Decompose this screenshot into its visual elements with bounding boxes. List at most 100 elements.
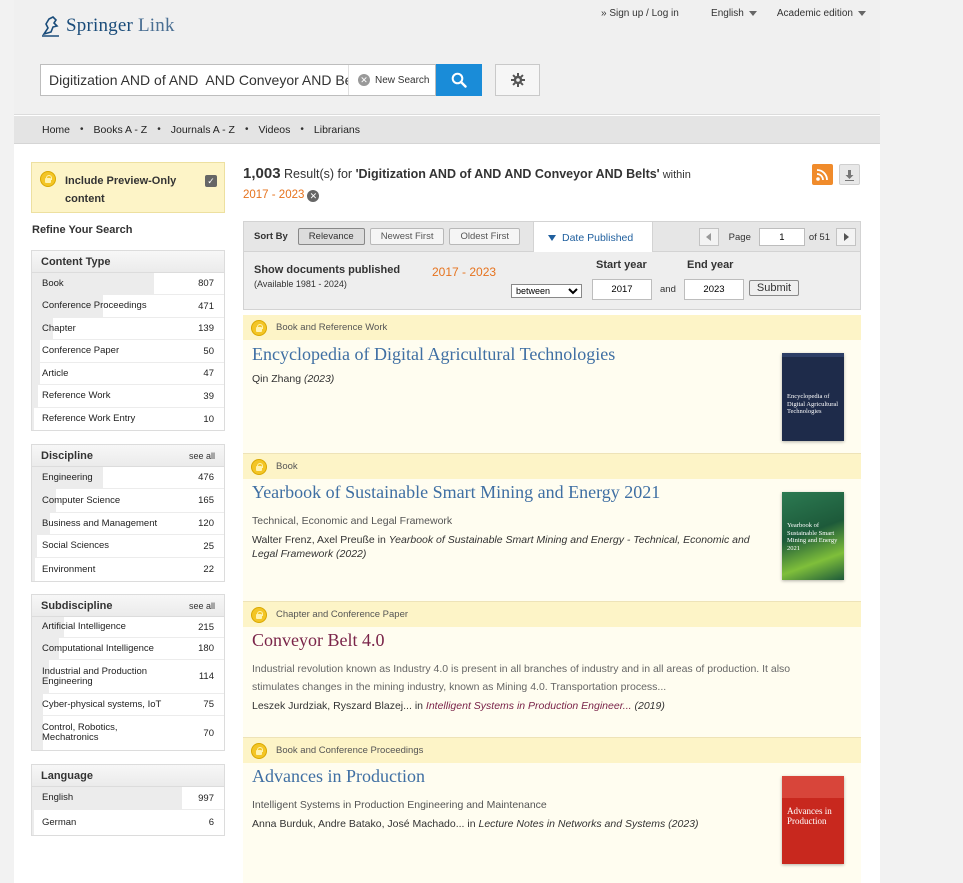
search-icon <box>451 72 467 88</box>
rss-button[interactable] <box>812 164 833 185</box>
remove-filter-icon[interactable]: ✕ <box>307 190 320 202</box>
available-range-label: (Available 1981 - 2024) <box>254 279 347 289</box>
result-title-link[interactable]: Yearbook of Sustainable Smart Mining and… <box>252 482 660 503</box>
book-cover-image[interactable]: Advances in Production <box>782 776 844 864</box>
facet-item[interactable]: Computer Science 165 <box>32 489 224 513</box>
result-source[interactable]: Lecture Notes in Networks and Systems (2… <box>478 818 698 830</box>
facet-item-count: 476 <box>198 472 214 483</box>
facet-item[interactable]: Control, Robotics, Mechatronics 70 <box>32 716 224 750</box>
submit-button[interactable]: Submit <box>749 280 799 296</box>
facet-item-label: Article <box>42 367 69 379</box>
author-names[interactable]: Walter Frenz, Axel Preuße <box>252 534 375 546</box>
in-label: in <box>464 818 479 830</box>
facet-count-bar <box>32 363 40 384</box>
facet-item[interactable]: Article 47 <box>32 363 224 385</box>
preview-only-label: Include Preview-Only content <box>65 175 177 205</box>
facet-title: Content Type <box>41 255 111 268</box>
search-input[interactable] <box>41 65 349 95</box>
facet-item[interactable]: Environment 22 <box>32 558 224 581</box>
facet-item[interactable]: Reference Work 39 <box>32 385 224 408</box>
result-authors: Leszek Jurdziak, Ryszard Blazej... in In… <box>252 699 665 713</box>
search-button[interactable] <box>436 64 482 96</box>
facet-count-bar <box>32 535 37 557</box>
author-names[interactable]: Anna Burduk, Andre Batako, José Machado.… <box>252 818 464 830</box>
preview-only-checkbox[interactable]: ✓ <box>205 175 217 187</box>
result-snippet: Industrial revolution known as Industry … <box>252 663 791 693</box>
lock-icon <box>251 606 267 623</box>
facet-item[interactable]: Chapter 139 <box>32 318 224 340</box>
result-item: Book and Conference Proceedings Advances… <box>243 738 861 883</box>
facet-header: Subdiscipline see all <box>32 595 224 617</box>
facet-item[interactable]: Artificial Intelligence 215 <box>32 617 224 638</box>
springer-link-logo[interactable]: Springer Link <box>40 14 175 38</box>
result-title-link[interactable]: Encyclopedia of Digital Agricultural Tec… <box>252 344 615 365</box>
facet-item[interactable]: Cyber-physical systems, IoT 75 <box>32 694 224 716</box>
facet-title: Subdiscipline <box>41 599 113 612</box>
date-published-tab[interactable]: Date Published <box>533 221 653 253</box>
cover-band <box>782 776 844 798</box>
result-type-bar: Chapter and Conference Paper <box>243 602 861 627</box>
facet-item-count: 114 <box>198 671 214 682</box>
nav-videos[interactable]: Videos <box>258 124 290 136</box>
facet-item[interactable]: Book 807 <box>32 273 224 295</box>
cover-title: Encyclopedia of Digital Agricultural Tec… <box>787 393 839 415</box>
show-documents-label: Show documents published <box>254 264 401 276</box>
preview-only-filter[interactable]: Include Preview-Only content ✓ <box>31 162 225 213</box>
nav-journals[interactable]: Journals A - Z <box>171 124 235 136</box>
facet-count-bar <box>32 558 35 581</box>
results-summary: 1,003 Result(s) for 'Digitization AND of… <box>243 164 803 205</box>
edition-selector[interactable]: Academic edition <box>777 8 866 19</box>
book-cover-image[interactable]: Encyclopedia of Digital Agricultural Tec… <box>782 353 844 441</box>
nav-home[interactable]: Home <box>42 124 70 136</box>
edition-label: Academic edition <box>776 8 853 19</box>
lock-icon <box>251 458 267 475</box>
facet-item[interactable]: Engineering 476 <box>32 467 224 489</box>
sort-newest-button[interactable]: Newest First <box>369 228 445 245</box>
nav-librarians[interactable]: Librarians <box>314 124 360 136</box>
result-type-bar: Book and Conference Proceedings <box>243 738 861 763</box>
author-names[interactable]: Leszek Jurdziak, Ryszard Blazej... <box>252 700 412 712</box>
author-names[interactable]: Qin Zhang <box>252 373 301 385</box>
facet-item-label: Conference Proceedings <box>42 300 147 311</box>
new-search-label: New Search <box>375 74 430 86</box>
nav-books[interactable]: Books A - Z <box>94 124 148 136</box>
result-title-link[interactable]: Conveyor Belt 4.0 <box>252 630 385 651</box>
language-selector[interactable]: English <box>711 8 757 19</box>
facet-item[interactable]: Computational Intelligence 180 <box>32 638 224 660</box>
prev-page-button[interactable] <box>698 228 719 246</box>
signin-link[interactable]: » Sign up / Log in <box>601 8 679 19</box>
new-search-button[interactable]: ✕ New Search <box>349 74 429 86</box>
download-button[interactable] <box>839 164 860 185</box>
sort-oldest-button[interactable]: Oldest First <box>449 228 521 245</box>
nav-separator: • <box>157 124 161 135</box>
result-source-link[interactable]: Intelligent Systems in Production Engine… <box>426 700 632 712</box>
facet-item[interactable]: German 6 <box>32 810 224 835</box>
see-all-link[interactable]: see all <box>189 601 215 611</box>
next-page-button[interactable] <box>836 228 856 246</box>
start-year-input[interactable] <box>592 279 652 300</box>
facet-item[interactable]: Conference Proceedings 471 <box>32 295 224 318</box>
facet-item[interactable]: Conference Paper 50 <box>32 340 224 363</box>
settings-button[interactable] <box>495 64 540 96</box>
facet-item[interactable]: English 997 <box>32 787 224 810</box>
book-cover-image[interactable]: Yearbook of Sustainable Smart Mining and… <box>782 492 844 580</box>
date-filter-panel: Show documents published (Available 1981… <box>243 252 861 310</box>
within-label: within <box>659 169 691 181</box>
facet-discipline: Discipline see all Engineering 476 Computer … <box>31 444 225 582</box>
facet-item-label: Reference Work Entry <box>42 413 136 424</box>
facet-item[interactable]: Industrial and Production Engineering 114 <box>32 660 224 694</box>
result-title-link[interactable]: Advances in Production <box>252 766 425 787</box>
facet-item-count: 180 <box>198 643 214 654</box>
see-all-link[interactable]: see all <box>189 451 215 461</box>
facet-item-count: 807 <box>198 278 214 289</box>
sort-relevance-button[interactable]: Relevance <box>297 228 365 245</box>
cover-title: Advances in Production <box>787 806 832 826</box>
end-year-input[interactable] <box>684 279 744 300</box>
range-mode-select[interactable]: between <box>511 284 582 298</box>
date-published-label: Date Published <box>562 231 634 244</box>
facet-item[interactable]: Social Sciences 25 <box>32 535 224 558</box>
page-input[interactable] <box>758 228 805 246</box>
result-item: Chapter and Conference Paper Conveyor Be… <box>243 602 861 738</box>
facet-item[interactable]: Reference Work Entry 10 <box>32 408 224 430</box>
facet-item[interactable]: Business and Management 120 <box>32 513 224 535</box>
